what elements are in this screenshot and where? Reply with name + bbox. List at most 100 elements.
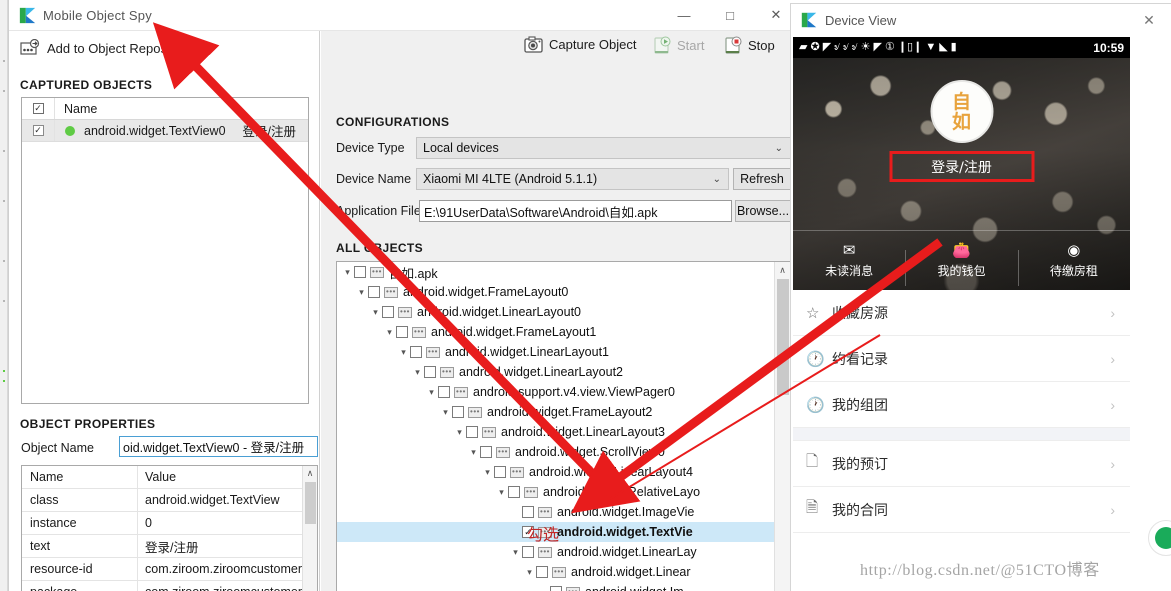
chevron-down-icon[interactable]: ▾ bbox=[509, 547, 522, 558]
chevron-down-icon[interactable]: ▾ bbox=[495, 487, 508, 498]
device-type-select[interactable]: Local devices ⌄ bbox=[416, 137, 791, 159]
chat-fab-icon[interactable] bbox=[1148, 520, 1171, 556]
row-checkbox[interactable] bbox=[32, 125, 44, 136]
close-icon[interactable]: ✕ bbox=[1134, 9, 1164, 31]
tree-node-checkbox[interactable] bbox=[536, 566, 548, 578]
tree-node-checkbox[interactable] bbox=[354, 266, 366, 278]
tree-node[interactable]: ▾ ••• android.widget.Linear bbox=[337, 562, 790, 582]
add-to-object-repository-button[interactable]: Add to Object Repository bbox=[20, 39, 192, 57]
chevron-down-icon[interactable]: ▾ bbox=[439, 407, 452, 418]
scrollbar-thumb[interactable] bbox=[777, 279, 789, 395]
tree-node-checkbox[interactable] bbox=[550, 586, 562, 591]
scroll-up-icon[interactable]: ∧ bbox=[775, 262, 790, 278]
refresh-button[interactable]: Refresh bbox=[733, 168, 791, 190]
stop-button[interactable]: Stop bbox=[725, 36, 775, 55]
property-name: class bbox=[22, 489, 138, 511]
quick-action-my-wallet[interactable]: 👛 我的钱包 bbox=[905, 242, 1017, 286]
start-button[interactable]: Start bbox=[654, 36, 704, 55]
tree-node-checkbox[interactable] bbox=[452, 406, 464, 418]
tree-node-checkbox[interactable] bbox=[480, 446, 492, 458]
properties-scrollbar[interactable]: ∧ bbox=[302, 466, 317, 591]
chevron-down-icon[interactable]: ▾ bbox=[481, 467, 494, 478]
tree-node-checkbox[interactable] bbox=[522, 546, 534, 558]
login-register-button[interactable]: 登录/注册 bbox=[931, 157, 992, 177]
chevron-down-icon[interactable]: ▾ bbox=[425, 387, 438, 398]
tree-node-checkbox[interactable] bbox=[494, 466, 506, 478]
chevron-down-icon[interactable]: ▾ bbox=[383, 327, 396, 338]
tree-node-checkbox[interactable] bbox=[396, 326, 408, 338]
chevron-right-icon: › bbox=[1110, 501, 1115, 518]
tree-node[interactable]: ▾ ••• android.widget.RelativeLayo bbox=[337, 482, 790, 502]
tree-node-checkbox[interactable] bbox=[424, 366, 436, 378]
table-row[interactable]: resource-id com.ziroom.ziroomcustomer: bbox=[22, 558, 317, 581]
tree-node[interactable]: ▾ ••• android.widget.LinearLayout1 bbox=[337, 342, 790, 362]
table-row[interactable]: android.widget.TextView0 登录/注册 bbox=[22, 120, 308, 142]
tree-node[interactable]: ▾ ••• android.widget.LinearLayout2 bbox=[337, 362, 790, 382]
tree-node-icon: ••• bbox=[538, 506, 552, 518]
tree-node-checkbox[interactable] bbox=[382, 306, 394, 318]
avatar-text-top: 自 bbox=[951, 90, 971, 113]
captured-select-all-cell[interactable] bbox=[22, 98, 55, 119]
maximize-button[interactable]: □ bbox=[707, 0, 753, 30]
tree-node-checkbox[interactable] bbox=[522, 506, 534, 518]
property-name: package bbox=[22, 581, 138, 591]
tree-node[interactable]: ▾ ••• 自如.apk bbox=[337, 262, 790, 282]
capture-object-button[interactable]: Capture Object bbox=[524, 36, 636, 53]
application-file-value: E:\91UserData\Software\Android\自如.apk bbox=[424, 205, 658, 220]
tree-node[interactable]: ••• android.widget.ImageVie bbox=[337, 502, 790, 522]
tree-node[interactable]: ▾ ••• android.widget.LinearLay bbox=[337, 542, 790, 562]
browse-button[interactable]: Browse... bbox=[735, 200, 791, 222]
table-row[interactable]: package com.ziroom.ziroomcustomer bbox=[22, 581, 317, 591]
tree-node[interactable]: ▾ ••• android.support.v4.view.ViewPager0 bbox=[337, 382, 790, 402]
tree-node[interactable]: ▾ ••• android.widget.FrameLayout1 bbox=[337, 322, 790, 342]
tree-node[interactable]: •••android.widget.TextVie bbox=[337, 522, 790, 542]
tree-node-icon: ••• bbox=[426, 346, 440, 358]
tree-node[interactable]: ▾ ••• android.widget.FrameLayout2 bbox=[337, 402, 790, 422]
tree-node[interactable]: ▾ ••• android.widget.LinearLayout4 bbox=[337, 462, 790, 482]
application-file-input[interactable]: E:\91UserData\Software\Android\自如.apk bbox=[419, 200, 732, 222]
list-item-my-group[interactable]: 🕐 我的组团 › bbox=[793, 382, 1130, 428]
tree-node-label: android.widget.LinearLayout3 bbox=[501, 425, 666, 439]
list-item-favorites[interactable]: ☆ 收藏房源 › bbox=[793, 290, 1130, 336]
row-checkbox-cell[interactable] bbox=[22, 120, 55, 141]
tree-node[interactable]: ▾ ••• android.widget.LinearLayout0 bbox=[337, 302, 790, 322]
all-objects-tree[interactable]: ▾ ••• 自如.apk ▾ ••• android.widget.FrameLayout… bbox=[336, 261, 791, 591]
tree-node[interactable]: ▾ ••• android.widget.FrameLayout0 bbox=[337, 282, 790, 302]
avatar[interactable]: 自 如 bbox=[930, 80, 993, 143]
list-item-viewing-records[interactable]: 🕐 约看记录 › bbox=[793, 336, 1130, 382]
scrollbar-thumb[interactable] bbox=[305, 482, 316, 524]
tree-node[interactable]: ▾ ••• android.widget.LinearLayout3 bbox=[337, 422, 790, 442]
tree-node-checkbox[interactable] bbox=[466, 426, 478, 438]
tree-node-label: android.widget.TextVie bbox=[557, 525, 693, 539]
scroll-up-icon[interactable]: ∧ bbox=[303, 466, 317, 481]
tree-node[interactable]: ••• android.widget.Im bbox=[337, 582, 790, 591]
tree-node-checkbox[interactable] bbox=[438, 386, 450, 398]
tree-node[interactable]: ▾ ••• android.widget.ScrollView0 bbox=[337, 442, 790, 462]
select-all-checkbox[interactable] bbox=[32, 103, 44, 114]
chevron-down-icon[interactable]: ▾ bbox=[523, 567, 536, 578]
table-row[interactable]: instance 0 bbox=[22, 512, 317, 535]
tree-node-checkbox[interactable] bbox=[410, 346, 422, 358]
device-name-select[interactable]: Xiaomi MI 4LTE (Android 5.1.1) ⌄ bbox=[416, 168, 729, 190]
tree-node-checkbox[interactable] bbox=[508, 486, 520, 498]
table-row[interactable]: class android.widget.TextView bbox=[22, 489, 317, 512]
minimize-button[interactable]: — bbox=[661, 0, 707, 30]
property-name: instance bbox=[22, 512, 138, 534]
chevron-down-icon[interactable]: ▾ bbox=[355, 287, 368, 298]
quick-action-unread-messages[interactable]: ✉ 未读消息 bbox=[793, 242, 905, 279]
properties-header-row: Name Value bbox=[22, 466, 317, 489]
chevron-down-icon[interactable]: ▾ bbox=[453, 427, 466, 438]
chevron-down-icon[interactable]: ▾ bbox=[369, 307, 382, 318]
list-item-my-contract[interactable]: 🗎 我的合同 › bbox=[793, 487, 1130, 533]
tree-scrollbar[interactable]: ∧ bbox=[774, 262, 790, 591]
chevron-down-icon[interactable]: ▾ bbox=[397, 347, 410, 358]
chevron-down-icon[interactable]: ▾ bbox=[411, 367, 424, 378]
chevron-down-icon[interactable]: ▾ bbox=[467, 447, 480, 458]
configurations-heading: CONFIGURATIONS bbox=[336, 115, 450, 129]
object-name-input[interactable] bbox=[119, 436, 318, 457]
chevron-down-icon[interactable]: ▾ bbox=[341, 267, 354, 278]
tree-node-checkbox[interactable] bbox=[368, 286, 380, 298]
table-row[interactable]: text 登录/注册 bbox=[22, 535, 317, 558]
quick-action-pending-rent[interactable]: ◉ 待缴房租 bbox=[1017, 242, 1130, 286]
list-item-my-reservation[interactable]: 🗋 我的预订 › bbox=[793, 441, 1130, 487]
